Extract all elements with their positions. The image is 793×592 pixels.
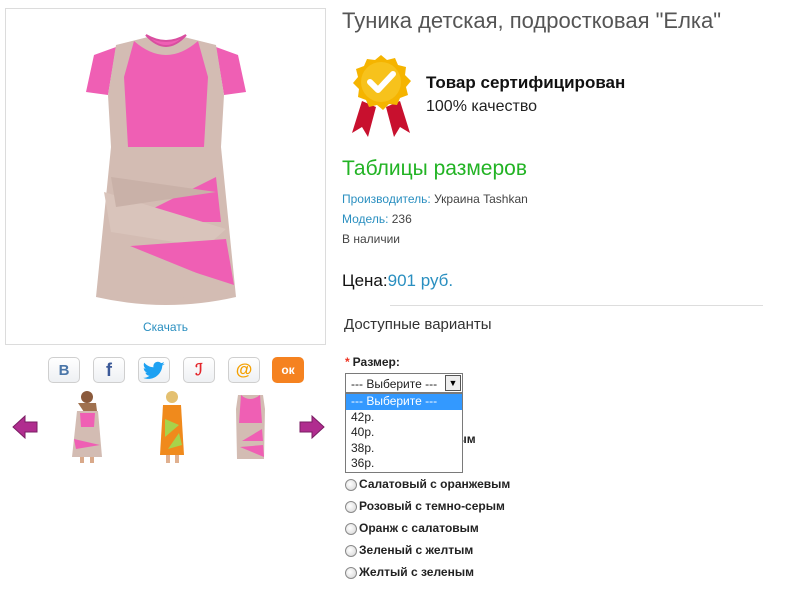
- color-radio-2[interactable]: [345, 501, 357, 513]
- size-option-40[interactable]: 40р.: [346, 425, 462, 441]
- livejournal-icon: ℐ: [195, 362, 203, 379]
- divider: [390, 305, 763, 306]
- model-value: 236: [388, 212, 412, 226]
- dress-image: [86, 34, 246, 305]
- required-mark: *: [345, 355, 350, 369]
- size-select-value: --- Выберите ---: [351, 377, 438, 391]
- thumbnail-1[interactable]: [60, 389, 115, 464]
- carousel-prev-arrow-icon[interactable]: [12, 415, 38, 439]
- color-option-3[interactable]: Оранж с салатовым: [345, 521, 479, 535]
- size-option-36[interactable]: 36р.: [346, 456, 462, 472]
- size-option-42[interactable]: 42р.: [346, 410, 462, 426]
- model-label[interactable]: Модель:: [342, 212, 388, 226]
- color-option-3-label: Оранж с салатовым: [359, 521, 479, 535]
- color-option-2-label: Розовый с темно-серым: [359, 499, 505, 513]
- manufacturer-value: Украина Tashkan: [430, 192, 528, 206]
- main-product-image[interactable]: Скачать: [5, 8, 326, 345]
- livejournal-share-button[interactable]: ℐ: [183, 357, 215, 383]
- size-option-38[interactable]: 38р.: [346, 441, 462, 457]
- thumbnail-3[interactable]: [228, 389, 273, 464]
- size-dropdown-list[interactable]: --- Выберите --- 42р. 40р. 38р. 36р.: [345, 393, 463, 473]
- mail-at-icon: @: [235, 360, 253, 379]
- model-row: Модель: 236: [342, 212, 412, 226]
- color-option-5-label: Желтый с зеленым: [359, 565, 474, 579]
- color-radio-3[interactable]: [345, 523, 357, 535]
- thumbnail-2[interactable]: [150, 389, 195, 464]
- download-link[interactable]: Скачать: [6, 320, 325, 334]
- chevron-down-icon[interactable]: ▼: [445, 375, 461, 391]
- price-row: Цена:901 руб.: [342, 271, 453, 291]
- price-value: 901 руб.: [387, 271, 454, 290]
- color-option-4[interactable]: Зеленый с желтым: [345, 543, 473, 557]
- color-option-1-label: Салатовый с оранжевым: [359, 477, 511, 491]
- quality-subtitle: 100% качество: [426, 98, 538, 115]
- twitter-bird-icon: [143, 361, 165, 379]
- product-title: Туника детская, подростковая "Елка": [342, 8, 722, 33]
- size-option-placeholder[interactable]: --- Выберите ---: [346, 394, 462, 410]
- color-option-4-label: Зеленый с желтым: [359, 543, 474, 557]
- mail-share-button[interactable]: @: [228, 357, 260, 383]
- color-option-2[interactable]: Розовый с темно-серым: [345, 499, 505, 513]
- color-radio-1[interactable]: [345, 479, 357, 491]
- carousel-next-arrow-icon[interactable]: [299, 415, 325, 439]
- facebook-share-button[interactable]: f: [93, 357, 125, 383]
- vk-share-button[interactable]: B: [48, 357, 80, 383]
- options-title: Доступные варианты: [344, 316, 492, 333]
- stock-status: В наличии: [342, 232, 401, 246]
- color-radio-4[interactable]: [345, 545, 357, 557]
- color-radio-5[interactable]: [345, 567, 357, 579]
- certified-title: Товар сертифицирован: [426, 73, 626, 92]
- certified-badge-icon: [352, 55, 411, 137]
- size-label-text: Размер:: [352, 355, 400, 369]
- manufacturer-row: Производитель: Украина Tashkan: [342, 192, 528, 206]
- manufacturer-label[interactable]: Производитель:: [342, 192, 431, 206]
- facebook-icon: f: [106, 359, 112, 380]
- odnoklassniki-share-button[interactable]: ок: [272, 357, 304, 383]
- odnoklassniki-icon: ок: [281, 363, 295, 377]
- size-select[interactable]: --- Выберите --- ▼: [345, 373, 463, 393]
- vk-icon: B: [58, 361, 70, 379]
- price-label: Цена:: [342, 271, 388, 290]
- color-option-5[interactable]: Желтый с зеленым: [345, 565, 474, 579]
- color-option-1[interactable]: Салатовый с оранжевым: [345, 477, 510, 491]
- size-table-link[interactable]: Таблицы размеров: [342, 157, 527, 181]
- twitter-share-button[interactable]: [138, 357, 170, 383]
- size-label: * Размер:: [345, 355, 400, 369]
